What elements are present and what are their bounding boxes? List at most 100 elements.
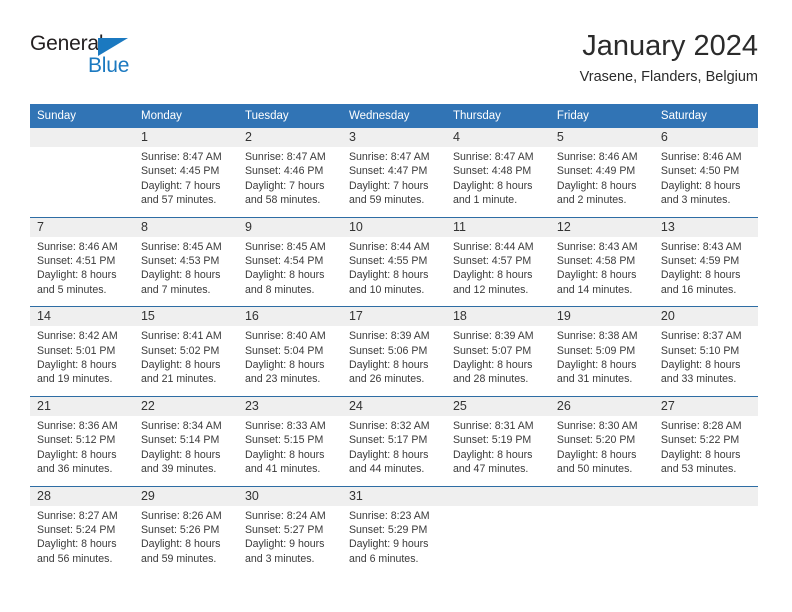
calendar-day-cell[interactable]: 10 Sunrise: 8:44 AM Sunset: 4:55 PM Dayligh…	[341, 217, 446, 298]
day-daylight-line2-text: and 16 minutes.	[660, 283, 737, 296]
calendar-day-cell[interactable]: 30 Sunrise: 8:24 AM Sunset: 5:27 PM Dayligh…	[237, 486, 342, 567]
day-sunset-text: Sunset: 5:26 PM	[140, 523, 220, 536]
day-sunset-text: Sunset: 4:45 PM	[140, 165, 220, 178]
day-daylight-line1-text: Daylight: 8 hours	[452, 269, 533, 282]
day-daylight-line2-text: and 47 minutes.	[452, 463, 529, 476]
calendar-day-cell[interactable]: 7 Sunrise: 8:46 AM Sunset: 4:51 PM Daylight…	[30, 217, 134, 298]
day-daylight-line2-text: and 59 minutes.	[348, 194, 425, 207]
day-daylight-line2-text: and 10 minutes.	[348, 283, 425, 296]
logo-text-blue: Blue	[88, 54, 130, 77]
calendar-week-cells: 14 Sunrise: 8:42 AM Sunset: 5:01 PM Dayligh…	[30, 307, 758, 387]
calendar-day-cell[interactable]: 1 Sunrise: 8:47 AM Sunset: 4:45 PM Daylight…	[133, 128, 238, 208]
calendar-day-cell[interactable]: 2 Sunrise: 8:47 AM Sunset: 4:46 PM Daylight…	[237, 128, 342, 208]
day-daylight-line2-text: and 1 minute.	[452, 194, 518, 207]
day-number: 19	[549, 307, 654, 327]
day-sunrise-text: Sunrise: 8:32 AM	[348, 419, 430, 432]
day-number: 25	[445, 396, 550, 416]
calendar-page: General Blue January 2024 Vrasene, Fland…	[0, 0, 792, 612]
calendar-day-cell[interactable]: 22 Sunrise: 8:34 AM Sunset: 5:14 PM Dayligh…	[133, 396, 238, 477]
day-sunrise-text: Sunrise: 8:46 AM	[556, 151, 638, 163]
calendar-day-cell[interactable]: 9 Sunrise: 8:45 AM Sunset: 4:54 PM Daylight…	[237, 217, 342, 298]
calendar-day-cell[interactable]: 6 Sunrise: 8:46 AM Sunset: 4:50 PM Daylight…	[653, 128, 758, 208]
day-details: Sunrise: 8:26 AM Sunset: 5:26 PM Daylight:…	[134, 506, 238, 567]
calendar-day-cell[interactable]: 19 Sunrise: 8:38 AM Sunset: 5:09 PM Dayligh…	[549, 307, 654, 387]
day-daylight-line1-text: Daylight: 7 hours	[348, 179, 429, 192]
day-daylight-line2-text: and 31 minutes.	[556, 373, 633, 386]
day-daylight-line2-text: and 3 minutes.	[660, 194, 731, 207]
day-daylight-line2-text: and 8 minutes.	[244, 283, 315, 296]
day-sunrise-text: Sunrise: 8:30 AM	[556, 419, 638, 432]
calendar-day-cell[interactable]: 29 Sunrise: 8:26 AM Sunset: 5:26 PM Dayligh…	[133, 486, 238, 567]
calendar-day-cell[interactable]: 18 Sunrise: 8:39 AM Sunset: 5:07 PM Dayligh…	[445, 307, 550, 387]
day-details: Sunrise: 8:44 AM Sunset: 4:57 PM Daylight:…	[446, 237, 550, 298]
day-daylight-line2-text: and 21 minutes.	[140, 373, 217, 386]
calendar-week-row: 1 Sunrise: 8:47 AM Sunset: 4:45 PM Daylight…	[30, 128, 758, 208]
calendar-day-cell[interactable]: 12 Sunrise: 8:43 AM Sunset: 4:58 PM Dayligh…	[549, 217, 654, 298]
day-sunrise-text: Sunrise: 8:33 AM	[244, 419, 326, 432]
day-daylight-line2-text: and 53 minutes.	[660, 463, 737, 476]
day-details: Sunrise: 8:47 AM Sunset: 4:45 PM Daylight:…	[134, 147, 238, 208]
day-daylight-line2-text: and 7 minutes.	[140, 283, 211, 296]
day-sunset-text: Sunset: 4:59 PM	[660, 255, 740, 268]
day-sunset-text: Sunset: 4:47 PM	[348, 165, 428, 178]
day-number: 17	[341, 307, 446, 327]
calendar-day-cell[interactable]: 16 Sunrise: 8:40 AM Sunset: 5:04 PM Dayligh…	[237, 307, 342, 387]
calendar-day-cell[interactable]: 11 Sunrise: 8:44 AM Sunset: 4:57 PM Dayligh…	[445, 217, 550, 298]
calendar-day-cell[interactable]: 23 Sunrise: 8:33 AM Sunset: 5:15 PM Dayligh…	[237, 396, 342, 477]
day-daylight-line2-text: and 57 minutes.	[140, 194, 217, 207]
day-daylight-line1-text: Daylight: 8 hours	[556, 359, 637, 372]
day-sunset-text: Sunset: 4:50 PM	[660, 165, 740, 178]
day-daylight-line1-text: Daylight: 8 hours	[140, 269, 221, 282]
calendar-day-cell[interactable]: 17 Sunrise: 8:39 AM Sunset: 5:06 PM Dayligh…	[341, 307, 446, 387]
day-sunrise-text: Sunrise: 8:39 AM	[452, 330, 534, 343]
calendar-day-cell[interactable]: 8 Sunrise: 8:45 AM Sunset: 4:53 PM Daylight…	[133, 217, 238, 298]
day-sunrise-text: Sunrise: 8:45 AM	[140, 240, 222, 253]
calendar-day-cell[interactable]: 3 Sunrise: 8:47 AM Sunset: 4:47 PM Daylight…	[341, 128, 446, 208]
calendar-table: Sunday Monday Tuesday Wednesday Thursday…	[30, 104, 758, 566]
calendar-day-cell[interactable]: 15 Sunrise: 8:41 AM Sunset: 5:02 PM Dayligh…	[133, 307, 238, 387]
calendar-week-row: 21 Sunrise: 8:36 AM Sunset: 5:12 PM Dayligh…	[30, 395, 758, 477]
day-sunrise-text: Sunrise: 8:41 AM	[140, 330, 222, 343]
weekday-header-monday: Monday	[140, 110, 182, 122]
day-sunset-text: Sunset: 4:57 PM	[452, 255, 532, 268]
general-blue-logo[interactable]: General Blue	[30, 32, 150, 84]
calendar-day-cell[interactable]: 14 Sunrise: 8:42 AM Sunset: 5:01 PM Dayligh…	[30, 307, 134, 387]
day-details: Sunrise: 8:30 AM Sunset: 5:20 PM Daylight:…	[550, 416, 654, 477]
day-sunset-text: Sunset: 5:29 PM	[348, 523, 428, 536]
day-sunset-text: Sunset: 4:58 PM	[556, 255, 636, 268]
day-number: 7	[30, 217, 134, 237]
day-details: Sunrise: 8:31 AM Sunset: 5:19 PM Daylight:…	[446, 416, 550, 477]
calendar-day-cell[interactable]: 24 Sunrise: 8:32 AM Sunset: 5:17 PM Dayligh…	[341, 396, 446, 477]
day-details: Sunrise: 8:36 AM Sunset: 5:12 PM Daylight:…	[30, 416, 134, 477]
day-daylight-line2-text: and 19 minutes.	[37, 373, 113, 386]
day-daylight-line1-text: Daylight: 8 hours	[348, 359, 429, 372]
calendar-day-cell[interactable]: 20 Sunrise: 8:37 AM Sunset: 5:10 PM Dayligh…	[653, 307, 758, 387]
day-details: Sunrise: 8:27 AM Sunset: 5:24 PM Daylight:…	[30, 506, 134, 567]
calendar-day-cell[interactable]: 27 Sunrise: 8:28 AM Sunset: 5:22 PM Dayligh…	[653, 396, 758, 477]
calendar-day-cell[interactable]: 4 Sunrise: 8:47 AM Sunset: 4:48 PM Daylight…	[445, 128, 550, 208]
day-daylight-line2-text: and 58 minutes.	[244, 194, 321, 207]
day-daylight-line1-text: Daylight: 8 hours	[452, 448, 533, 461]
calendar-day-cell[interactable]: 5 Sunrise: 8:46 AM Sunset: 4:49 PM Daylight…	[549, 128, 654, 208]
calendar-day-cell[interactable]: 13 Sunrise: 8:43 AM Sunset: 4:59 PM Dayligh…	[653, 217, 758, 298]
day-number: 13	[653, 217, 758, 237]
calendar-day-cell[interactable]: 28 Sunrise: 8:27 AM Sunset: 5:24 PM Dayligh…	[30, 486, 134, 567]
calendar-day-cell[interactable]: 26 Sunrise: 8:30 AM Sunset: 5:20 PM Dayligh…	[549, 396, 654, 477]
day-sunrise-text: Sunrise: 8:46 AM	[37, 240, 118, 253]
day-number: 9	[237, 217, 342, 237]
day-details: Sunrise: 8:41 AM Sunset: 5:02 PM Daylight:…	[134, 326, 238, 387]
day-number: 21	[30, 396, 134, 416]
day-number: 10	[341, 217, 446, 237]
day-daylight-line1-text: Daylight: 7 hours	[244, 179, 325, 192]
calendar-weeks: 1 Sunrise: 8:47 AM Sunset: 4:45 PM Daylight…	[30, 128, 758, 566]
day-sunset-text: Sunset: 5:09 PM	[556, 344, 636, 357]
calendar-week-row: 28 Sunrise: 8:27 AM Sunset: 5:24 PM Dayligh…	[30, 485, 758, 567]
calendar-day-cell[interactable]: 25 Sunrise: 8:31 AM Sunset: 5:19 PM Dayligh…	[445, 396, 550, 477]
day-details: Sunrise: 8:40 AM Sunset: 5:04 PM Daylight:…	[238, 326, 342, 387]
calendar-day-cell-empty	[445, 486, 550, 567]
day-number: 12	[549, 217, 654, 237]
day-details: Sunrise: 8:32 AM Sunset: 5:17 PM Daylight:…	[342, 416, 446, 477]
calendar-day-cell[interactable]: 21 Sunrise: 8:36 AM Sunset: 5:12 PM Dayligh…	[30, 396, 134, 477]
weekday-header-sunday: Sunday	[37, 110, 77, 122]
calendar-day-cell[interactable]: 31 Sunrise: 8:23 AM Sunset: 5:29 PM Dayligh…	[341, 486, 446, 567]
